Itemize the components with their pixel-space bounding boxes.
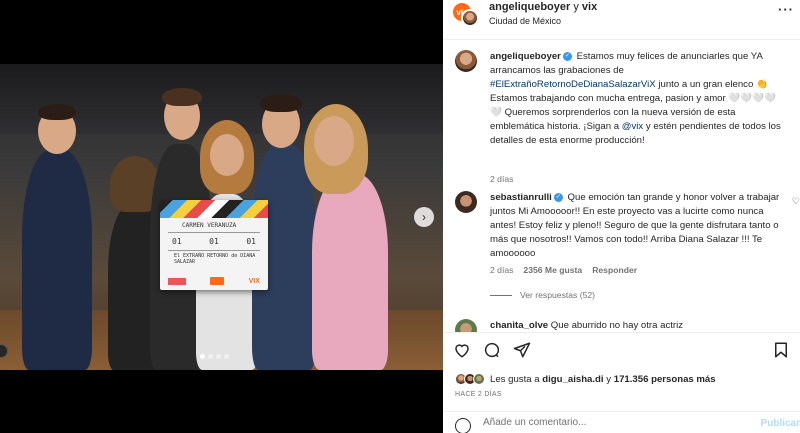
clapper-scene: 01 [172,237,182,246]
caption-avatar[interactable] [455,50,477,72]
add-comment-bar: Publicar [443,411,800,433]
heart-icon[interactable] [453,341,471,359]
comment-input[interactable] [483,417,743,428]
caption-meta: 2 días [490,174,513,184]
liker-avatar[interactable] [473,373,485,385]
emoji-icon[interactable] [455,418,471,433]
clapper-take: 01 [209,237,219,246]
caption-time[interactable]: 2 días [490,174,513,184]
publish-button[interactable]: Publicar [761,418,800,429]
bookmark-icon[interactable] [772,341,790,359]
carousel-dot [208,354,213,359]
comment-text: chanita_olve Que aburrido no hay otra ac… [490,319,785,332]
clapper-roll: 01 [246,237,256,246]
caption-mention[interactable]: @vix [622,121,643,132]
likes-text: Les gusta a digu_aisha.di y 171.356 pers… [490,374,716,385]
chevron-right-icon[interactable]: › [414,207,434,227]
post-location[interactable]: Ciudad de México [489,16,561,26]
author-username[interactable]: angeliqueboyer [489,1,570,13]
person-6-head [314,116,354,166]
vix-logo: VIX [248,277,260,285]
reply-button[interactable]: Responder [592,265,637,275]
post-actions-section: Les gusta a digu_aisha.di y 171.356 pers… [443,332,800,433]
person-1-hair [38,104,76,120]
verified-icon: ✓ [553,192,563,202]
post-time[interactable]: HACE 2 DÍAS [455,391,502,398]
liker-username[interactable]: digu_aisha.di [542,374,603,385]
authors-joiner: y [573,1,579,13]
clapper-numbers: 01 01 01 [172,237,256,246]
person-5-hair [260,94,302,112]
comment-likes[interactable]: 2356 Me gusta [523,265,582,275]
caption-hashtag[interactable]: #ElExtrañoRetornoDeDianaSalazarViX [490,79,656,90]
clapper-logos: VIX [168,276,260,286]
studio-logo [168,277,186,285]
view-replies-label: Ver respuestas (52) [520,290,595,300]
clapper-divider [168,232,260,233]
comment-icon[interactable] [483,341,501,359]
caption-username[interactable]: angeliqueboyer [490,51,561,62]
caption-text: angeliqueboyer ✓ Estamos muy felices de a… [490,50,785,148]
share-icon[interactable] [513,341,531,359]
commenter-avatar[interactable] [455,191,477,213]
person-4-face [210,134,244,176]
comment-text: sebastianrulli ✓ Que emoción tan grande y… [490,191,785,261]
clapper-stripes [160,200,268,218]
carousel-dot [200,354,205,359]
comment-username[interactable]: sebastianrulli [490,192,552,203]
clapper-title: CARMEN VERANUZA [182,222,237,229]
person-1 [22,150,92,370]
comment-like-icon[interactable]: ♡ [792,196,800,207]
comment-username[interactable]: chanita_olve [490,320,548,331]
commenter-avatar[interactable] [455,319,477,332]
person-6 [312,174,388,370]
post-authors: angeliqueboyer y vix [489,1,597,13]
comment-body: Que aburrido no hay otra actriz [550,320,684,331]
post-photo[interactable]: CARMEN VERANUZA 01 01 01 El EXTRAÑO RETO… [0,64,443,370]
comment-meta: 2 días 2356 Me gusta Responder [490,265,637,275]
author-avatar[interactable] [461,9,479,27]
clapper-production: El EXTRAÑO RETORNO de DIANA SALAZAR [174,253,256,265]
comment-time[interactable]: 2 días [490,265,513,275]
post-side-panel: vix angeliqueboyer y vix Ciudad de Méxic… [443,0,800,433]
more-icon[interactable]: ··· [778,2,794,17]
post-media[interactable]: CARMEN VERANUZA 01 01 01 El EXTRAÑO RETO… [0,0,443,433]
post-header: vix angeliqueboyer y vix Ciudad de Méxic… [443,0,800,40]
likes-prefix: Les gusta a [490,373,540,385]
verified-icon: ✓ [562,51,572,61]
carousel-dot [224,354,229,359]
carousel-dot [216,354,221,359]
comments-list[interactable]: angeliqueboyer ✓ Estamos muy felices de a… [443,40,800,332]
likes-summary: Les gusta a digu_aisha.di y 171.356 pers… [455,373,716,385]
clapper-divider [168,250,260,251]
person-3-hair [162,88,202,106]
likes-joiner: y [606,373,612,385]
view-replies-button[interactable]: Ver respuestas (52) [490,290,595,300]
replies-rule [490,294,512,296]
vix-v-logo [210,277,225,285]
post-actions [453,341,531,359]
likes-count[interactable]: 171.356 personas más [614,374,716,385]
clapperboard: CARMEN VERANUZA 01 01 01 El EXTRAÑO RETO… [160,200,268,290]
collaborator-username[interactable]: vix [582,1,597,13]
carousel-dots [200,354,229,359]
